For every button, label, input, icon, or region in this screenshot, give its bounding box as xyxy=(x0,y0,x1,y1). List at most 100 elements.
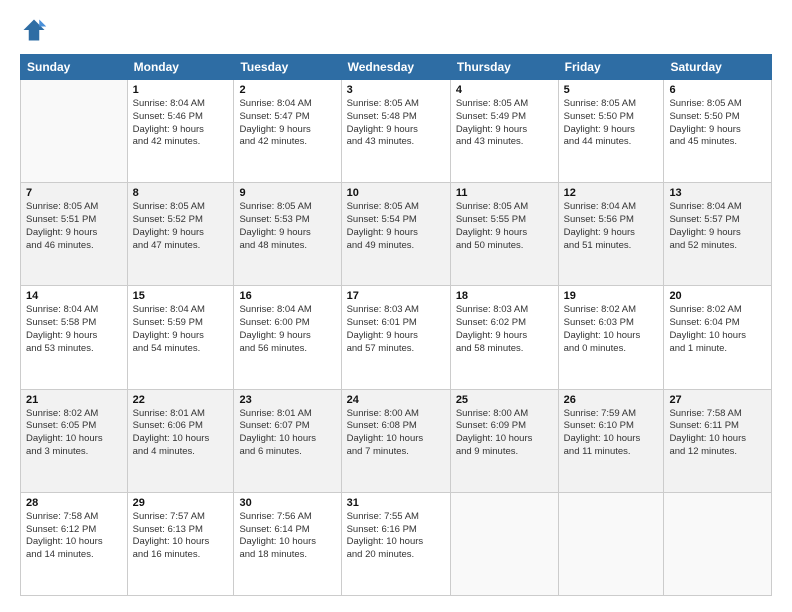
week-row-2: 7 Sunrise: 8:05 AM Sunset: 5:51 PM Daylig… xyxy=(21,183,772,286)
day-number: 23 xyxy=(239,394,335,406)
calendar-cell: 1 Sunrise: 8:04 AM Sunset: 5:46 PM Daylig… xyxy=(127,80,234,183)
cell-sun-info: Sunrise: 8:04 AM Sunset: 5:57 PM Dayligh… xyxy=(669,201,766,252)
cell-sun-info: Sunrise: 8:00 AM Sunset: 6:09 PM Dayligh… xyxy=(456,408,553,459)
calendar-cell: 3Sunrise: 8:05 AM Sunset: 5:48 PM Daylig… xyxy=(341,80,450,183)
logo xyxy=(20,16,52,44)
logo-icon xyxy=(20,16,48,44)
day-number: 15 xyxy=(133,290,229,302)
cell-sun-info: Sunrise: 7:58 AM Sunset: 6:12 PM Dayligh… xyxy=(26,511,122,562)
header xyxy=(20,16,772,44)
day-number: 27 xyxy=(669,394,766,406)
day-number: 24 xyxy=(347,394,445,406)
day-number: 14 xyxy=(26,290,122,302)
calendar-cell: 6Sunrise: 8:05 AM Sunset: 5:50 PM Daylig… xyxy=(664,80,772,183)
cell-sun-info: Sunrise: 8:04 AM Sunset: 6:00 PM Dayligh… xyxy=(239,304,335,355)
calendar-cell: 27 Sunrise: 7:58 AM Sunset: 6:11 PM Dayli… xyxy=(664,389,772,492)
cell-sun-info: Sunrise: 8:02 AM Sunset: 6:03 PM Dayligh… xyxy=(564,304,659,355)
day-number: 16 xyxy=(239,290,335,302)
calendar-cell xyxy=(558,492,664,595)
week-row-1: 1 Sunrise: 8:04 AM Sunset: 5:46 PM Daylig… xyxy=(21,80,772,183)
cell-sun-info: Sunrise: 8:04 AM Sunset: 5:46 PM Dayligh… xyxy=(133,98,229,149)
calendar-cell: 28 Sunrise: 7:58 AM Sunset: 6:12 PM Dayli… xyxy=(21,492,128,595)
cell-sun-info: Sunrise: 8:02 AM Sunset: 6:04 PM Dayligh… xyxy=(669,304,766,355)
day-number: 8 xyxy=(133,187,229,199)
cell-sun-info: Sunrise: 7:57 AM Sunset: 6:13 PM Dayligh… xyxy=(133,511,229,562)
calendar-cell: 13 Sunrise: 8:04 AM Sunset: 5:57 PM Dayli… xyxy=(664,183,772,286)
day-number: 5 xyxy=(564,84,659,96)
calendar-cell: 12Sunrise: 8:04 AM Sunset: 5:56 PM Dayli… xyxy=(558,183,664,286)
week-row-5: 28 Sunrise: 7:58 AM Sunset: 6:12 PM Dayli… xyxy=(21,492,772,595)
cell-sun-info: Sunrise: 7:58 AM Sunset: 6:11 PM Dayligh… xyxy=(669,408,766,459)
day-number: 2 xyxy=(239,84,335,96)
calendar-cell: 2 Sunrise: 8:04 AM Sunset: 5:47 PM Daylig… xyxy=(234,80,341,183)
day-number: 31 xyxy=(347,497,445,509)
calendar-table: SundayMondayTuesdayWednesdayThursdayFrid… xyxy=(20,54,772,596)
cell-sun-info: Sunrise: 7:55 AM Sunset: 6:16 PM Dayligh… xyxy=(347,511,445,562)
cell-sun-info: Sunrise: 8:04 AM Sunset: 5:58 PM Dayligh… xyxy=(26,304,122,355)
day-number: 26 xyxy=(564,394,659,406)
calendar-cell: 17Sunrise: 8:03 AM Sunset: 6:01 PM Dayli… xyxy=(341,286,450,389)
calendar-cell: 14 Sunrise: 8:04 AM Sunset: 5:58 PM Dayli… xyxy=(21,286,128,389)
cell-sun-info: Sunrise: 8:05 AM Sunset: 5:52 PM Dayligh… xyxy=(133,201,229,252)
day-number: 18 xyxy=(456,290,553,302)
day-number: 25 xyxy=(456,394,553,406)
cell-sun-info: Sunrise: 8:05 AM Sunset: 5:51 PM Dayligh… xyxy=(26,201,122,252)
cell-sun-info: Sunrise: 8:05 AM Sunset: 5:55 PM Dayligh… xyxy=(456,201,553,252)
cell-sun-info: Sunrise: 8:04 AM Sunset: 5:56 PM Dayligh… xyxy=(564,201,659,252)
calendar-cell xyxy=(450,492,558,595)
calendar-cell: 26 Sunrise: 7:59 AM Sunset: 6:10 PM Dayli… xyxy=(558,389,664,492)
day-number: 11 xyxy=(456,187,553,199)
day-number: 29 xyxy=(133,497,229,509)
calendar-cell xyxy=(21,80,128,183)
day-number: 20 xyxy=(669,290,766,302)
calendar-cell: 24 Sunrise: 8:00 AM Sunset: 6:08 PM Dayli… xyxy=(341,389,450,492)
day-number: 28 xyxy=(26,497,122,509)
day-number: 7 xyxy=(26,187,122,199)
calendar-cell: 11 Sunrise: 8:05 AM Sunset: 5:55 PM Dayli… xyxy=(450,183,558,286)
cell-sun-info: Sunrise: 8:05 AM Sunset: 5:54 PM Dayligh… xyxy=(347,201,445,252)
cell-sun-info: Sunrise: 8:04 AM Sunset: 5:59 PM Dayligh… xyxy=(133,304,229,355)
cell-sun-info: Sunrise: 8:01 AM Sunset: 6:07 PM Dayligh… xyxy=(239,408,335,459)
cell-sun-info: Sunrise: 8:00 AM Sunset: 6:08 PM Dayligh… xyxy=(347,408,445,459)
day-number: 19 xyxy=(564,290,659,302)
calendar-cell: 4 Sunrise: 8:05 AM Sunset: 5:49 PM Daylig… xyxy=(450,80,558,183)
weekday-header-friday: Friday xyxy=(558,55,664,80)
calendar-cell: 7 Sunrise: 8:05 AM Sunset: 5:51 PM Daylig… xyxy=(21,183,128,286)
weekday-header-tuesday: Tuesday xyxy=(234,55,341,80)
week-row-4: 21Sunrise: 8:02 AM Sunset: 6:05 PM Dayli… xyxy=(21,389,772,492)
calendar-cell: 22 Sunrise: 8:01 AM Sunset: 6:06 PM Dayli… xyxy=(127,389,234,492)
cell-sun-info: Sunrise: 7:59 AM Sunset: 6:10 PM Dayligh… xyxy=(564,408,659,459)
cell-sun-info: Sunrise: 8:01 AM Sunset: 6:06 PM Dayligh… xyxy=(133,408,229,459)
weekday-header-row: SundayMondayTuesdayWednesdayThursdayFrid… xyxy=(21,55,772,80)
calendar-cell: 30 Sunrise: 7:56 AM Sunset: 6:14 PM Dayli… xyxy=(234,492,341,595)
calendar-cell: 18 Sunrise: 8:03 AM Sunset: 6:02 PM Dayli… xyxy=(450,286,558,389)
calendar-cell: 29 Sunrise: 7:57 AM Sunset: 6:13 PM Dayli… xyxy=(127,492,234,595)
cell-sun-info: Sunrise: 7:56 AM Sunset: 6:14 PM Dayligh… xyxy=(239,511,335,562)
cell-sun-info: Sunrise: 8:03 AM Sunset: 6:02 PM Dayligh… xyxy=(456,304,553,355)
day-number: 22 xyxy=(133,394,229,406)
day-number: 1 xyxy=(133,84,229,96)
calendar-cell: 16 Sunrise: 8:04 AM Sunset: 6:00 PM Dayli… xyxy=(234,286,341,389)
calendar-cell: 23 Sunrise: 8:01 AM Sunset: 6:07 PM Dayli… xyxy=(234,389,341,492)
weekday-header-saturday: Saturday xyxy=(664,55,772,80)
calendar-cell xyxy=(664,492,772,595)
calendar-cell: 5 Sunrise: 8:05 AM Sunset: 5:50 PM Daylig… xyxy=(558,80,664,183)
calendar-cell: 20 Sunrise: 8:02 AM Sunset: 6:04 PM Dayli… xyxy=(664,286,772,389)
weekday-header-monday: Monday xyxy=(127,55,234,80)
day-number: 13 xyxy=(669,187,766,199)
cell-sun-info: Sunrise: 8:05 AM Sunset: 5:49 PM Dayligh… xyxy=(456,98,553,149)
calendar-cell: 21Sunrise: 8:02 AM Sunset: 6:05 PM Dayli… xyxy=(21,389,128,492)
cell-sun-info: Sunrise: 8:04 AM Sunset: 5:47 PM Dayligh… xyxy=(239,98,335,149)
cell-sun-info: Sunrise: 8:02 AM Sunset: 6:05 PM Dayligh… xyxy=(26,408,122,459)
calendar-cell: 25 Sunrise: 8:00 AM Sunset: 6:09 PM Dayli… xyxy=(450,389,558,492)
calendar-cell: 9 Sunrise: 8:05 AM Sunset: 5:53 PM Daylig… xyxy=(234,183,341,286)
calendar-cell: 15 Sunrise: 8:04 AM Sunset: 5:59 PM Dayli… xyxy=(127,286,234,389)
day-number: 4 xyxy=(456,84,553,96)
cell-sun-info: Sunrise: 8:05 AM Sunset: 5:50 PM Dayligh… xyxy=(564,98,659,149)
day-number: 9 xyxy=(239,187,335,199)
page: SundayMondayTuesdayWednesdayThursdayFrid… xyxy=(0,0,792,612)
day-number: 17 xyxy=(347,290,445,302)
day-number: 30 xyxy=(239,497,335,509)
cell-sun-info: Sunrise: 8:05 AM Sunset: 5:53 PM Dayligh… xyxy=(239,201,335,252)
day-number: 6 xyxy=(669,84,766,96)
